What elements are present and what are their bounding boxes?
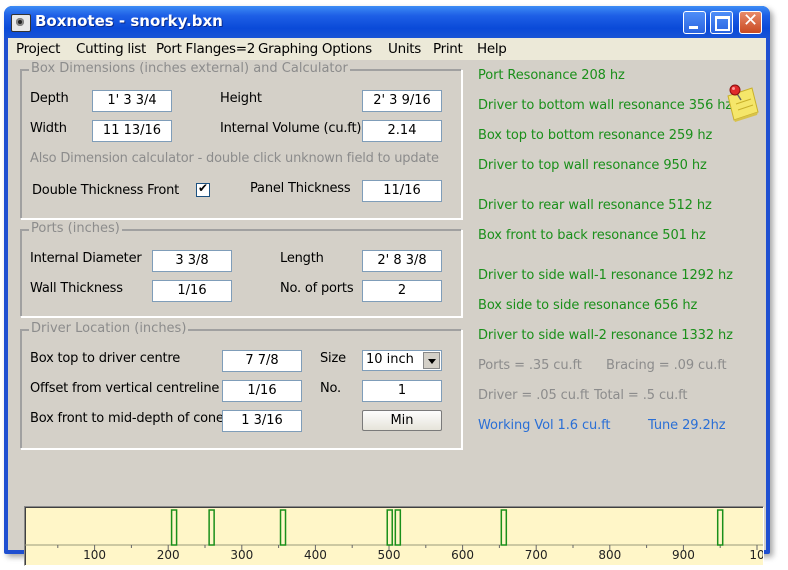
min-button[interactable]: Min	[362, 410, 442, 431]
graph-tick-label: 300	[230, 548, 253, 562]
side-wall-2-resonance-text: Driver to side wall-2 resonance 1332 hz	[478, 328, 733, 343]
top-bottom-resonance-text: Box top to bottom resonance 259 hz	[478, 128, 713, 143]
port-length-field[interactable]: 2' 8 3/8	[362, 250, 442, 272]
ports-volume-text: Ports = .35 cu.ft	[478, 358, 582, 373]
client-area: Project Cutting list Port Flanges=2 Grap…	[8, 38, 766, 566]
side-wall-1-resonance-text: Driver to side wall-1 resonance 1292 hz	[478, 268, 733, 283]
offset-field[interactable]: 1/16	[222, 380, 302, 402]
port-count-label: No. of ports	[280, 281, 354, 296]
window-title: Boxnotes - snorky.bxn	[35, 12, 223, 30]
driver-rear-resonance-text: Driver to rear wall resonance 512 hz	[478, 198, 712, 213]
graph-tick-label: 900	[672, 548, 695, 562]
driver-top-label: Box top to driver centre	[30, 351, 181, 366]
resonance-marker	[170, 509, 178, 546]
box-dimensions-title: Box Dimensions (inches external) and Cal…	[29, 61, 350, 76]
checkmark-icon: ✔	[197, 181, 209, 195]
chevron-down-icon[interactable]	[423, 352, 440, 369]
menu-units[interactable]: Units	[388, 41, 421, 57]
bracing-volume-text: Bracing = .09 cu.ft	[606, 358, 727, 373]
menu-project[interactable]: Project	[16, 41, 60, 57]
resonance-graph[interactable]: 100 200 300 400 500 600 700 800 900 10	[24, 506, 765, 566]
resonance-marker	[208, 509, 215, 546]
working-volume-text: Working Vol 1.6 cu.ft	[478, 418, 611, 433]
resonance-marker	[500, 509, 508, 546]
sticky-note-pin-icon[interactable]	[724, 82, 760, 122]
graph-tick-label: 600	[451, 548, 474, 562]
offset-label: Offset from vertical centreline	[30, 381, 220, 396]
graph-tick-label: 100	[83, 548, 106, 562]
resonance-marker	[279, 509, 287, 546]
graph-tick-label: 10	[749, 548, 763, 562]
height-label: Height	[220, 91, 262, 106]
width-label: Width	[30, 121, 67, 136]
double-thickness-checkbox[interactable]: ✔	[196, 181, 210, 197]
depth-field[interactable]: 1' 3 3/4	[92, 90, 172, 112]
driver-no-field[interactable]: 1	[362, 380, 442, 402]
title-bar[interactable]: Boxnotes - snorky.bxn ✕	[4, 6, 770, 38]
internal-volume-field[interactable]: 2.14	[362, 120, 442, 142]
driver-size-select[interactable]: 10 inch	[362, 350, 442, 371]
driver-size-value: 10 inch	[366, 352, 414, 367]
graph-tick-label: 800	[598, 548, 621, 562]
main-panel: Box Dimensions (inches external) and Cal…	[8, 60, 766, 566]
menu-bar: Project Cutting list Port Flanges=2 Grap…	[8, 38, 766, 60]
graph-tick-label: 500	[378, 548, 401, 562]
internal-diameter-label: Internal Diameter	[30, 251, 142, 266]
app-speaker-icon[interactable]	[11, 14, 31, 32]
driver-volume-text: Driver = .05 cu.ft	[478, 388, 590, 403]
internal-volume-label: Internal Volume (cu.ft)	[220, 121, 362, 136]
graph-tick-label: 700	[525, 548, 548, 562]
resonance-marker	[716, 509, 724, 546]
minimize-button[interactable]	[683, 11, 706, 34]
port-resonance-text: Port Resonance 208 hz	[478, 68, 625, 83]
driver-bottom-resonance-text: Driver to bottom wall resonance 356 hz	[478, 98, 733, 113]
resonance-marker	[386, 509, 393, 546]
graph-tick-label: 400	[304, 548, 327, 562]
wall-thickness-label: Wall Thickness	[30, 281, 123, 296]
side-side-resonance-text: Box side to side resonance 656 hz	[478, 298, 698, 313]
panel-thickness-label: Panel Thickness	[250, 181, 351, 196]
calculator-hint: Also Dimension calculator - double click…	[30, 151, 439, 166]
front-back-resonance-text: Box front to back resonance 501 hz	[478, 228, 706, 243]
width-field[interactable]: 11 13/16	[92, 120, 172, 142]
resonance-marker	[394, 509, 402, 546]
height-field[interactable]: 2' 3 9/16	[362, 90, 442, 112]
driver-location-title: Driver Location (inches)	[29, 321, 189, 336]
menu-graphing-options[interactable]: Graphing Options	[258, 41, 372, 57]
total-volume-text: Total = .5 cu.ft	[594, 388, 688, 403]
maximize-button[interactable]	[710, 11, 733, 34]
tune-frequency-text: Tune 29.2hz	[648, 418, 726, 433]
menu-help[interactable]: Help	[477, 41, 507, 57]
menu-cutting-list[interactable]: Cutting list	[76, 41, 146, 57]
internal-diameter-field[interactable]: 3 3/8	[152, 250, 232, 272]
menu-port-flanges[interactable]: Port Flanges=2	[156, 41, 255, 57]
port-length-label: Length	[280, 251, 324, 266]
panel-thickness-field[interactable]: 11/16	[362, 180, 442, 202]
close-button[interactable]: ✕	[739, 10, 762, 34]
driver-top-field[interactable]: 7 7/8	[222, 350, 302, 372]
app-window: Boxnotes - snorky.bxn ✕ Project Cutting …	[4, 6, 770, 566]
close-icon: ✕	[742, 10, 759, 31]
port-count-field[interactable]: 2	[362, 280, 442, 302]
wall-thickness-field[interactable]: 1/16	[152, 280, 232, 302]
driver-size-label: Size	[320, 351, 346, 366]
ports-group: Ports (inches)	[20, 221, 462, 317]
cone-depth-label: Box front to mid-depth of cone	[30, 411, 224, 426]
resonance-graph-svg: 100 200 300 400 500 600 700 800 900 10	[25, 509, 765, 562]
driver-no-label: No.	[320, 381, 341, 396]
graph-tick-label: 200	[157, 548, 180, 562]
depth-label: Depth	[30, 91, 69, 106]
ports-title: Ports (inches)	[29, 221, 122, 236]
driver-top-resonance-text: Driver to top wall resonance 950 hz	[478, 158, 707, 173]
double-thickness-label: Double Thickness Front	[32, 183, 180, 198]
cone-depth-field[interactable]: 1 3/16	[222, 410, 302, 432]
menu-print[interactable]: Print	[433, 41, 463, 57]
